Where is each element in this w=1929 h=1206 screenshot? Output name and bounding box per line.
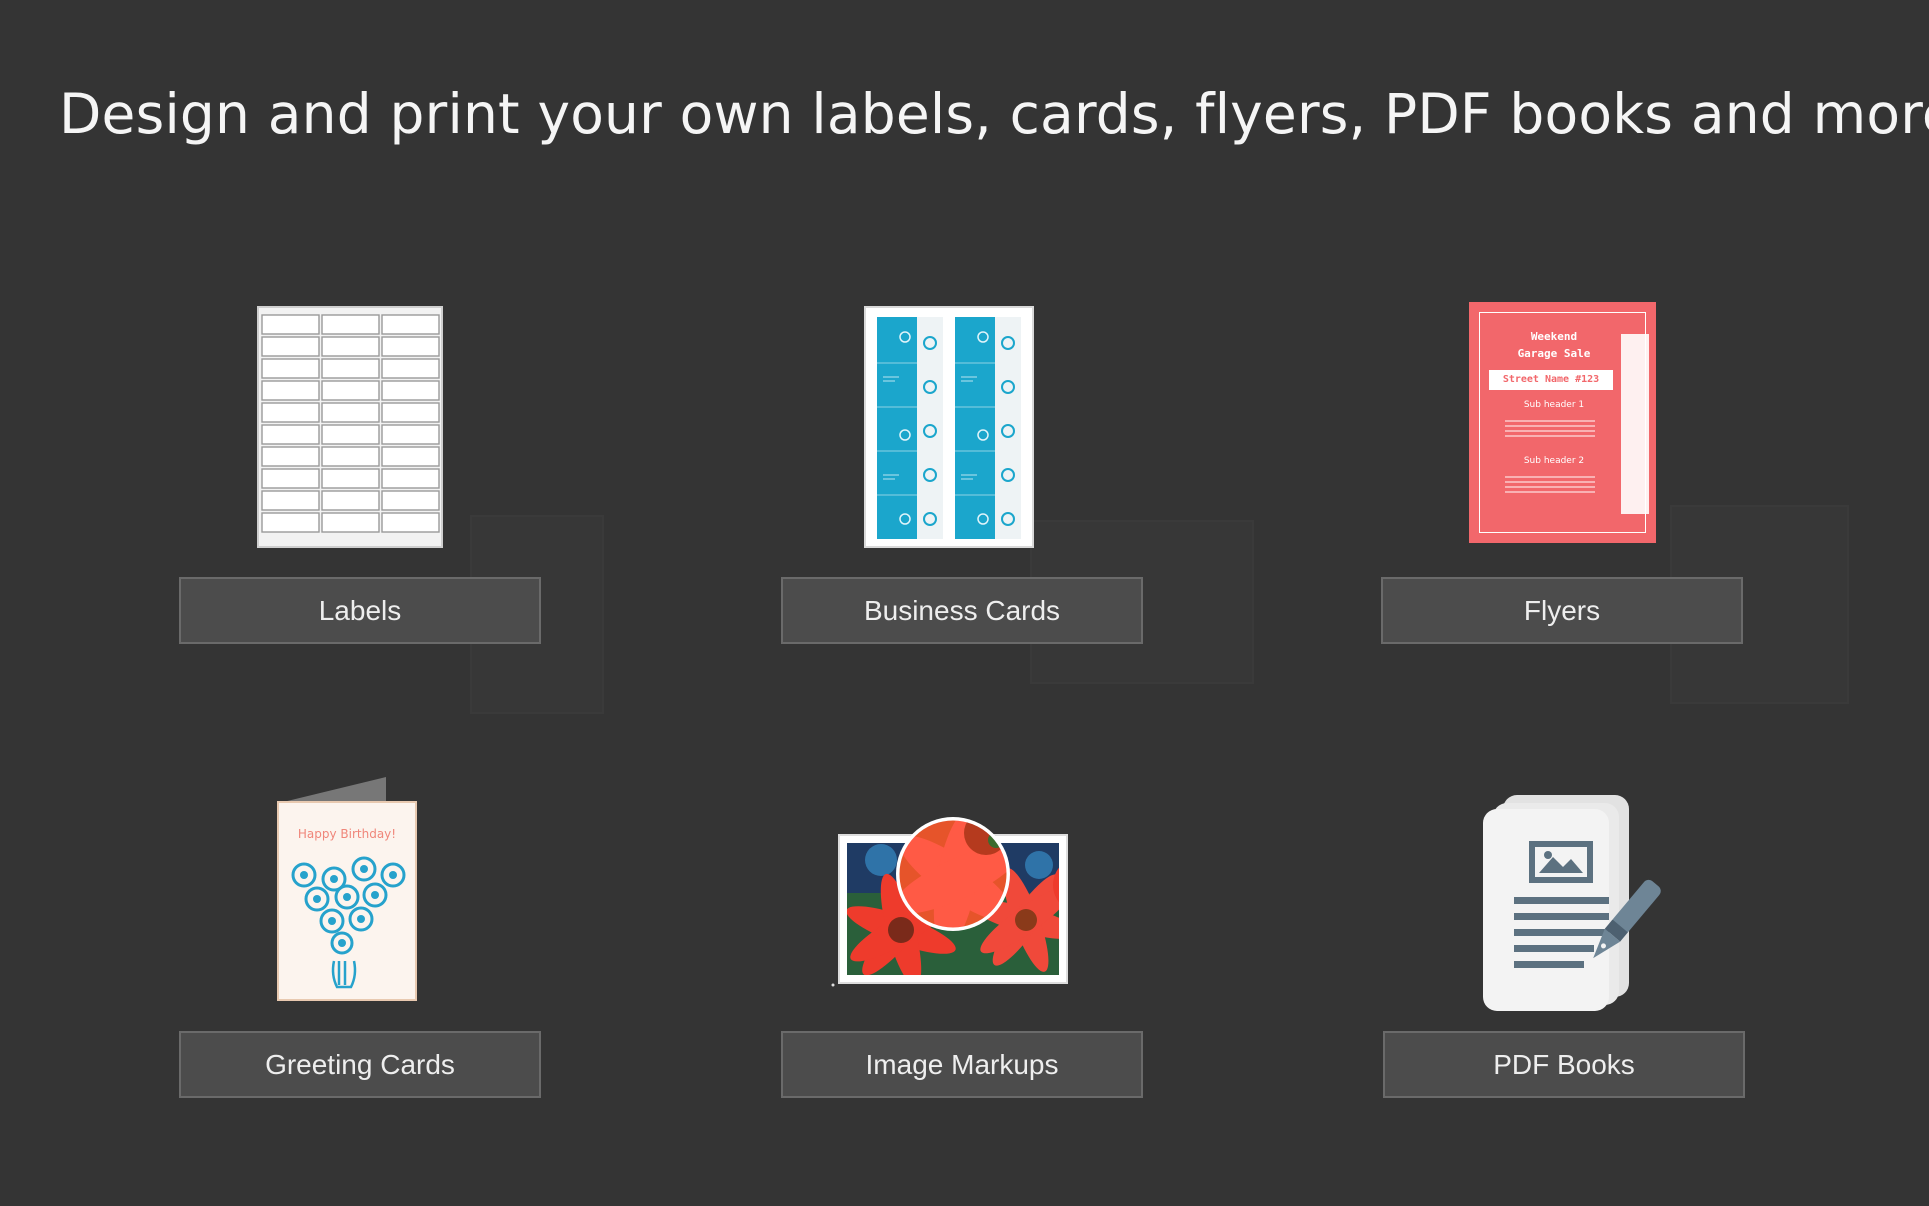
image-markups-button[interactable]: Image Markups: [781, 1031, 1143, 1098]
flyer-icon: Weekend Garage Sale Street Name #123 Sub…: [1381, 302, 1743, 562]
greeting-card-text: Happy Birthday!: [297, 827, 397, 841]
flyer-subheader-1: Sub header 1: [1523, 400, 1585, 410]
flyer-title: Weekend Garage Sale: [1479, 328, 1629, 362]
flyer-title-line1: Weekend: [1530, 330, 1578, 343]
flyer-street: Street Name #123: [1489, 370, 1613, 390]
flyers-button[interactable]: Flyers: [1381, 577, 1743, 644]
business-card-sheet-icon: [864, 306, 1034, 548]
labels-button[interactable]: Labels: [179, 577, 541, 644]
document-pen-icon: [1483, 795, 1661, 1011]
flyer-subheader-2: Sub header 2: [1523, 456, 1585, 466]
greeting-card-icon: Happy Birthday!: [179, 775, 541, 1035]
flyer-title-line2: Garage Sale: [1517, 347, 1591, 360]
magnified-photo-icon: [831, 817, 1068, 987]
app-window: Design and print your own labels, cards,…: [0, 0, 1929, 1206]
pdf-books-button[interactable]: PDF Books: [1383, 1031, 1745, 1098]
business-cards-button[interactable]: Business Cards: [781, 577, 1143, 644]
label-sheet-icon: [257, 306, 443, 548]
greeting-cards-button[interactable]: Greeting Cards: [179, 1031, 541, 1098]
page-headline: Design and print your own labels, cards,…: [59, 82, 1929, 146]
